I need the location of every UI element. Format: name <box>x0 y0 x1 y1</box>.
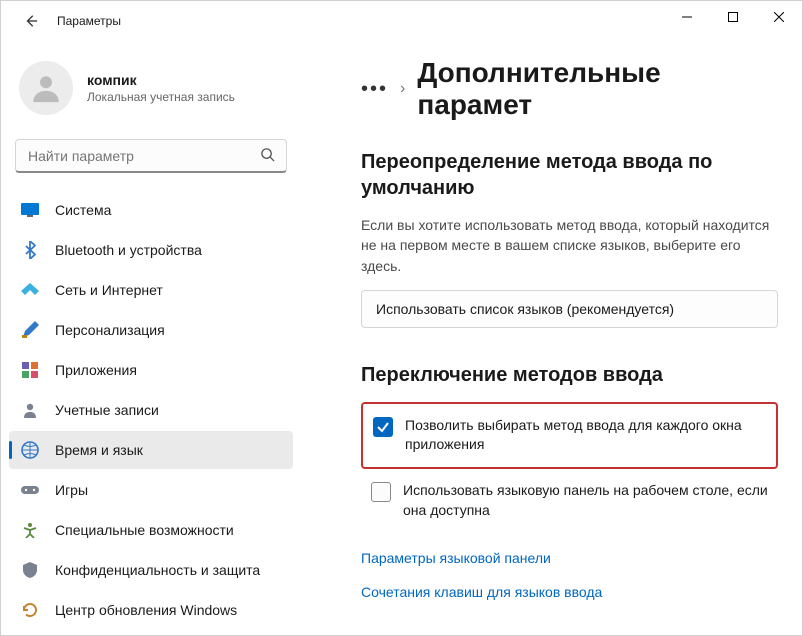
checkbox-label: Использовать языковую панель на рабочем … <box>403 481 768 520</box>
section-description: Если вы хотите использовать метод ввода,… <box>361 215 778 276</box>
sidebar-item-gaming[interactable]: Игры <box>9 471 293 509</box>
gamepad-icon <box>21 481 39 499</box>
chevron-right-icon: › <box>400 80 405 98</box>
avatar <box>19 61 73 115</box>
sidebar-item-accessibility[interactable]: Специальные возможности <box>9 511 293 549</box>
account-subtitle: Локальная учетная запись <box>87 90 235 104</box>
sidebar-item-label: Специальные возможности <box>55 522 234 538</box>
links: Параметры языковой панели Сочетания клав… <box>361 550 778 600</box>
paintbrush-icon <box>21 321 39 339</box>
check-icon <box>376 420 390 434</box>
sidebar-item-time-language[interactable]: Время и язык <box>9 431 293 469</box>
checkbox-language-bar[interactable] <box>371 482 391 502</box>
sidebar-item-network[interactable]: Сеть и Интернет <box>9 271 293 309</box>
minimize-button[interactable] <box>664 1 710 33</box>
search-icon <box>260 147 275 165</box>
shield-icon <box>21 561 39 579</box>
bluetooth-icon <box>21 241 39 259</box>
account-block[interactable]: компик Локальная учетная запись <box>9 41 293 139</box>
sidebar-item-label: Приложения <box>55 362 137 378</box>
checkbox-per-window[interactable] <box>373 417 393 437</box>
arrow-left-icon <box>24 14 38 28</box>
section-heading-override: Переопределение метода ввода по умолчани… <box>361 149 778 201</box>
sidebar-item-label: Время и язык <box>55 442 143 458</box>
display-icon <box>21 201 39 219</box>
sidebar-item-label: Bluetooth и устройства <box>55 242 202 258</box>
checkbox-row-per-window: Позволить выбирать метод ввода для каждо… <box>361 402 778 469</box>
sidebar-item-label: Система <box>55 202 111 218</box>
wifi-icon <box>21 281 39 299</box>
person-icon <box>29 71 63 105</box>
sidebar-item-label: Игры <box>55 482 88 498</box>
sidebar-item-label: Персонализация <box>55 322 165 338</box>
window-controls <box>664 1 802 33</box>
account-name: компик <box>87 72 235 88</box>
select-value: Использовать список языков (рекомендуетс… <box>376 301 674 317</box>
sidebar-item-accounts[interactable]: Учетные записи <box>9 391 293 429</box>
link-language-bar-options[interactable]: Параметры языковой панели <box>361 550 778 566</box>
sidebar-item-apps[interactable]: Приложения <box>9 351 293 389</box>
link-input-shortcuts[interactable]: Сочетания клавиш для языков ввода <box>361 584 778 600</box>
sidebar-item-personalization[interactable]: Персонализация <box>9 311 293 349</box>
sidebar-item-label: Конфиденциальность и защита <box>55 562 260 578</box>
section-heading-switching: Переключение методов ввода <box>361 362 778 388</box>
sidebar-item-label: Сеть и Интернет <box>55 282 163 298</box>
close-button[interactable] <box>756 1 802 33</box>
accessibility-icon <box>21 521 39 539</box>
maximize-button[interactable] <box>710 1 756 33</box>
sidebar: компик Локальная учетная запись Система … <box>1 41 301 635</box>
sidebar-item-privacy[interactable]: Конфиденциальность и защита <box>9 551 293 589</box>
apps-icon <box>21 361 39 379</box>
breadcrumb: ••• › Дополнительные парамет <box>361 57 778 121</box>
back-button[interactable] <box>21 11 41 31</box>
close-icon <box>774 12 784 22</box>
input-method-select[interactable]: Использовать список языков (рекомендуетс… <box>361 290 778 328</box>
minimize-icon <box>682 12 692 22</box>
checkbox-row-langbar: Использовать языковую панель на рабочем … <box>361 469 778 532</box>
nav: Система Bluetooth и устройства Сеть и Ин… <box>9 191 293 629</box>
person-icon <box>21 401 39 419</box>
breadcrumb-more[interactable]: ••• <box>361 78 388 101</box>
sidebar-item-bluetooth[interactable]: Bluetooth и устройства <box>9 231 293 269</box>
sidebar-item-label: Центр обновления Windows <box>55 602 237 618</box>
window-title: Параметры <box>57 14 121 28</box>
checkbox-label: Позволить выбирать метод ввода для каждо… <box>405 416 766 455</box>
settings-window: Параметры компик Локальная учетная запис… <box>0 0 803 636</box>
search-wrap <box>15 139 287 173</box>
update-icon <box>21 601 39 619</box>
search-input[interactable] <box>15 139 287 173</box>
titlebar: Параметры <box>1 1 802 41</box>
sidebar-item-label: Учетные записи <box>55 402 159 418</box>
page-title: Дополнительные парамет <box>417 57 778 121</box>
content: ••• › Дополнительные парамет Переопредел… <box>301 41 802 635</box>
sidebar-item-windows-update[interactable]: Центр обновления Windows <box>9 591 293 629</box>
maximize-icon <box>728 12 738 22</box>
sidebar-item-system[interactable]: Система <box>9 191 293 229</box>
globe-clock-icon <box>21 441 39 459</box>
